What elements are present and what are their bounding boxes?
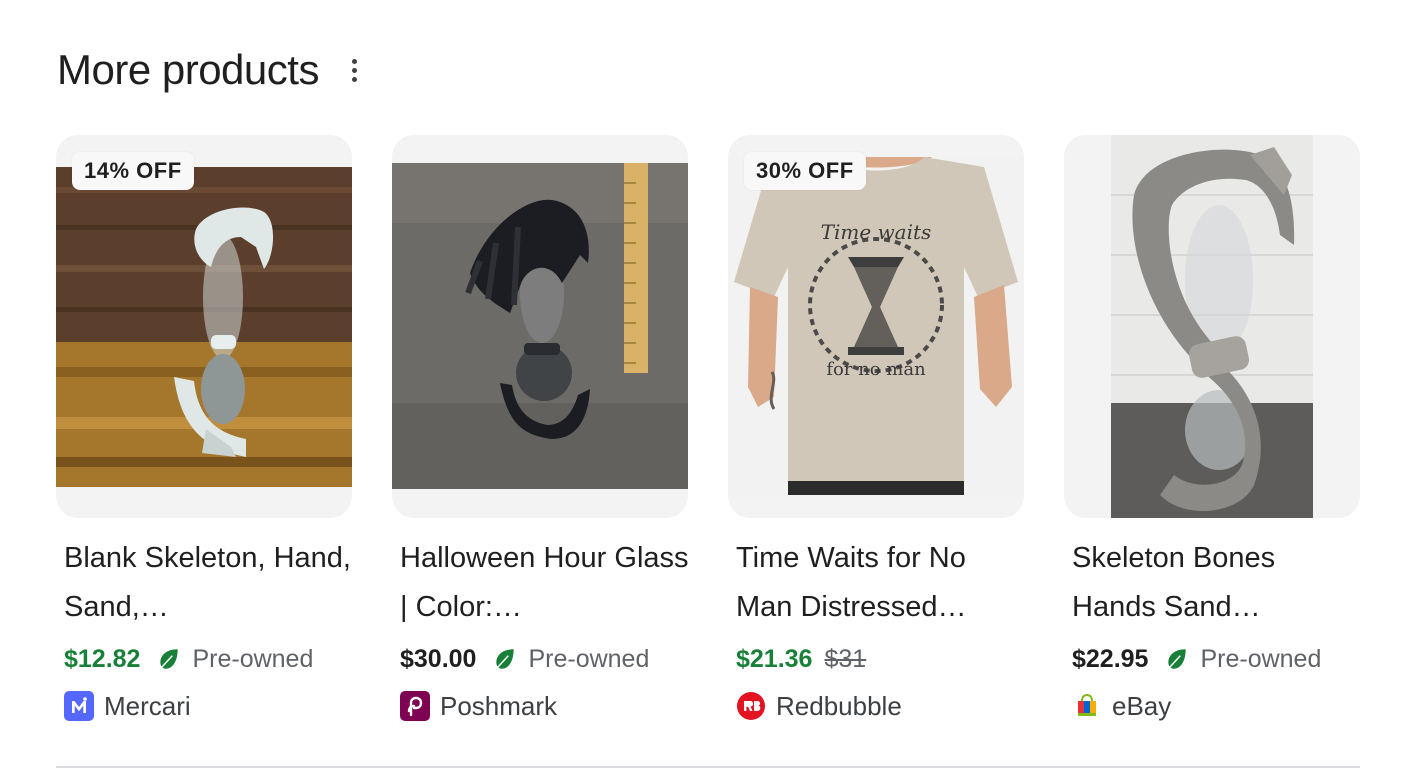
seller[interactable]: Redbubble [736, 690, 1024, 722]
product-title[interactable]: Blank Skeleton, Hand, Sand,… [64, 534, 354, 632]
product-image [56, 167, 352, 487]
product-image-frame [1064, 135, 1360, 518]
product-image-frame [392, 135, 688, 518]
seller-name: eBay [1112, 690, 1172, 721]
product-title[interactable]: Time Waits for No Man Distressed… [736, 534, 1026, 632]
product-image: Time waits for no man [728, 157, 1024, 495]
product-image [392, 163, 688, 489]
redbubble-logo-icon [737, 692, 765, 720]
poshmark-logo-icon [400, 691, 430, 721]
discount-badge: 14% OFF [72, 152, 194, 190]
price-row: $22.95 Pre-owned [1072, 638, 1360, 680]
product-title[interactable]: Halloween Hour Glass | Color:… [400, 534, 690, 632]
product-price: $30.00 [400, 644, 477, 673]
seller[interactable]: Mercari [64, 690, 352, 722]
leaf-icon [160, 649, 179, 669]
seller[interactable]: Poshmark [400, 690, 688, 722]
original-price: $31 [824, 644, 867, 673]
seller-name: Redbubble [776, 690, 902, 721]
product-card[interactable]: Skeleton Bones Hands Sand… $22.95 Pre-ow… [1064, 135, 1360, 722]
discount-badge: 30% OFF [744, 152, 866, 190]
product-price: $12.82 [64, 644, 141, 673]
condition-label: Pre-owned [528, 644, 650, 673]
more-products-section: More products 14% OFF Blank Skeleton, Ha… [0, 0, 1404, 768]
more-options-button[interactable] [347, 55, 363, 85]
condition-label: Pre-owned [1200, 644, 1322, 673]
svg-text:for no man: for no man [826, 359, 926, 380]
product-image [1064, 135, 1360, 518]
price-row: $12.82 Pre-owned [64, 638, 352, 680]
price-row: $21.36 $31 [736, 638, 1024, 680]
product-price: $21.36 [736, 644, 813, 673]
seller-name: Poshmark [440, 690, 558, 721]
mercari-logo-icon [64, 691, 94, 721]
seller[interactable]: eBay [1072, 690, 1360, 722]
svg-text:Time waits: Time waits [821, 220, 932, 244]
ebay-bag-icon [1078, 693, 1096, 716]
section-title: More products [57, 46, 319, 93]
vertical-ellipsis-icon [352, 58, 358, 64]
product-carousel: 14% OFF Blank Skeleton, Hand, Sand,… $12… [56, 135, 1360, 722]
condition-label: Pre-owned [192, 644, 314, 673]
price-row: $30.00 Pre-owned [400, 638, 688, 680]
seller-name: Mercari [104, 690, 191, 721]
leaf-icon [496, 649, 515, 669]
section-header: More products [57, 40, 363, 100]
product-title[interactable]: Skeleton Bones Hands Sand… [1072, 534, 1362, 632]
leaf-icon [1168, 649, 1187, 669]
product-image-frame: Time waits for no man 30% OFF [728, 135, 1024, 518]
product-card[interactable]: Halloween Hour Glass | Color:… $30.00 Pr… [392, 135, 690, 722]
product-card[interactable]: 14% OFF Blank Skeleton, Hand, Sand,… $12… [56, 135, 352, 722]
product-image-frame: 14% OFF [56, 135, 352, 518]
product-card[interactable]: Time waits for no man 30% OFF Time Waits… [728, 135, 1024, 722]
product-price: $22.95 [1072, 644, 1149, 673]
